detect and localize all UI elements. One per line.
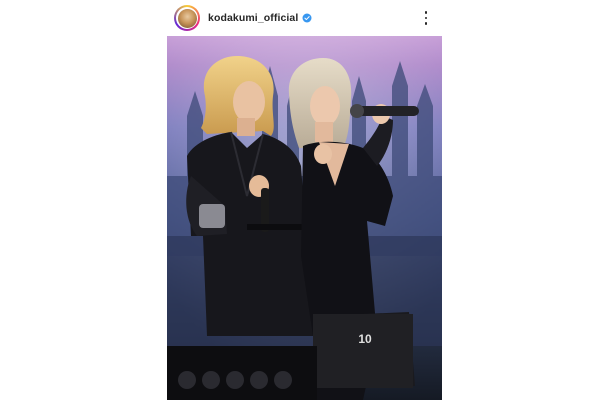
avatar-ring [176,7,198,29]
stage-monitor: 10 [313,312,415,388]
instagram-post: kodakumi_official 10 [0,0,610,400]
more-options-icon[interactable] [420,11,432,25]
post-photo[interactable]: 10 [167,36,442,400]
monitor-number: 10 [358,332,372,346]
profile-avatar[interactable] [174,5,200,31]
avatar-photo [177,8,197,28]
post-header: kodakumi_official [170,3,442,33]
concert-photo: 10 [167,36,442,400]
username-link[interactable]: kodakumi_official [208,12,298,24]
verified-badge-icon [302,13,312,23]
